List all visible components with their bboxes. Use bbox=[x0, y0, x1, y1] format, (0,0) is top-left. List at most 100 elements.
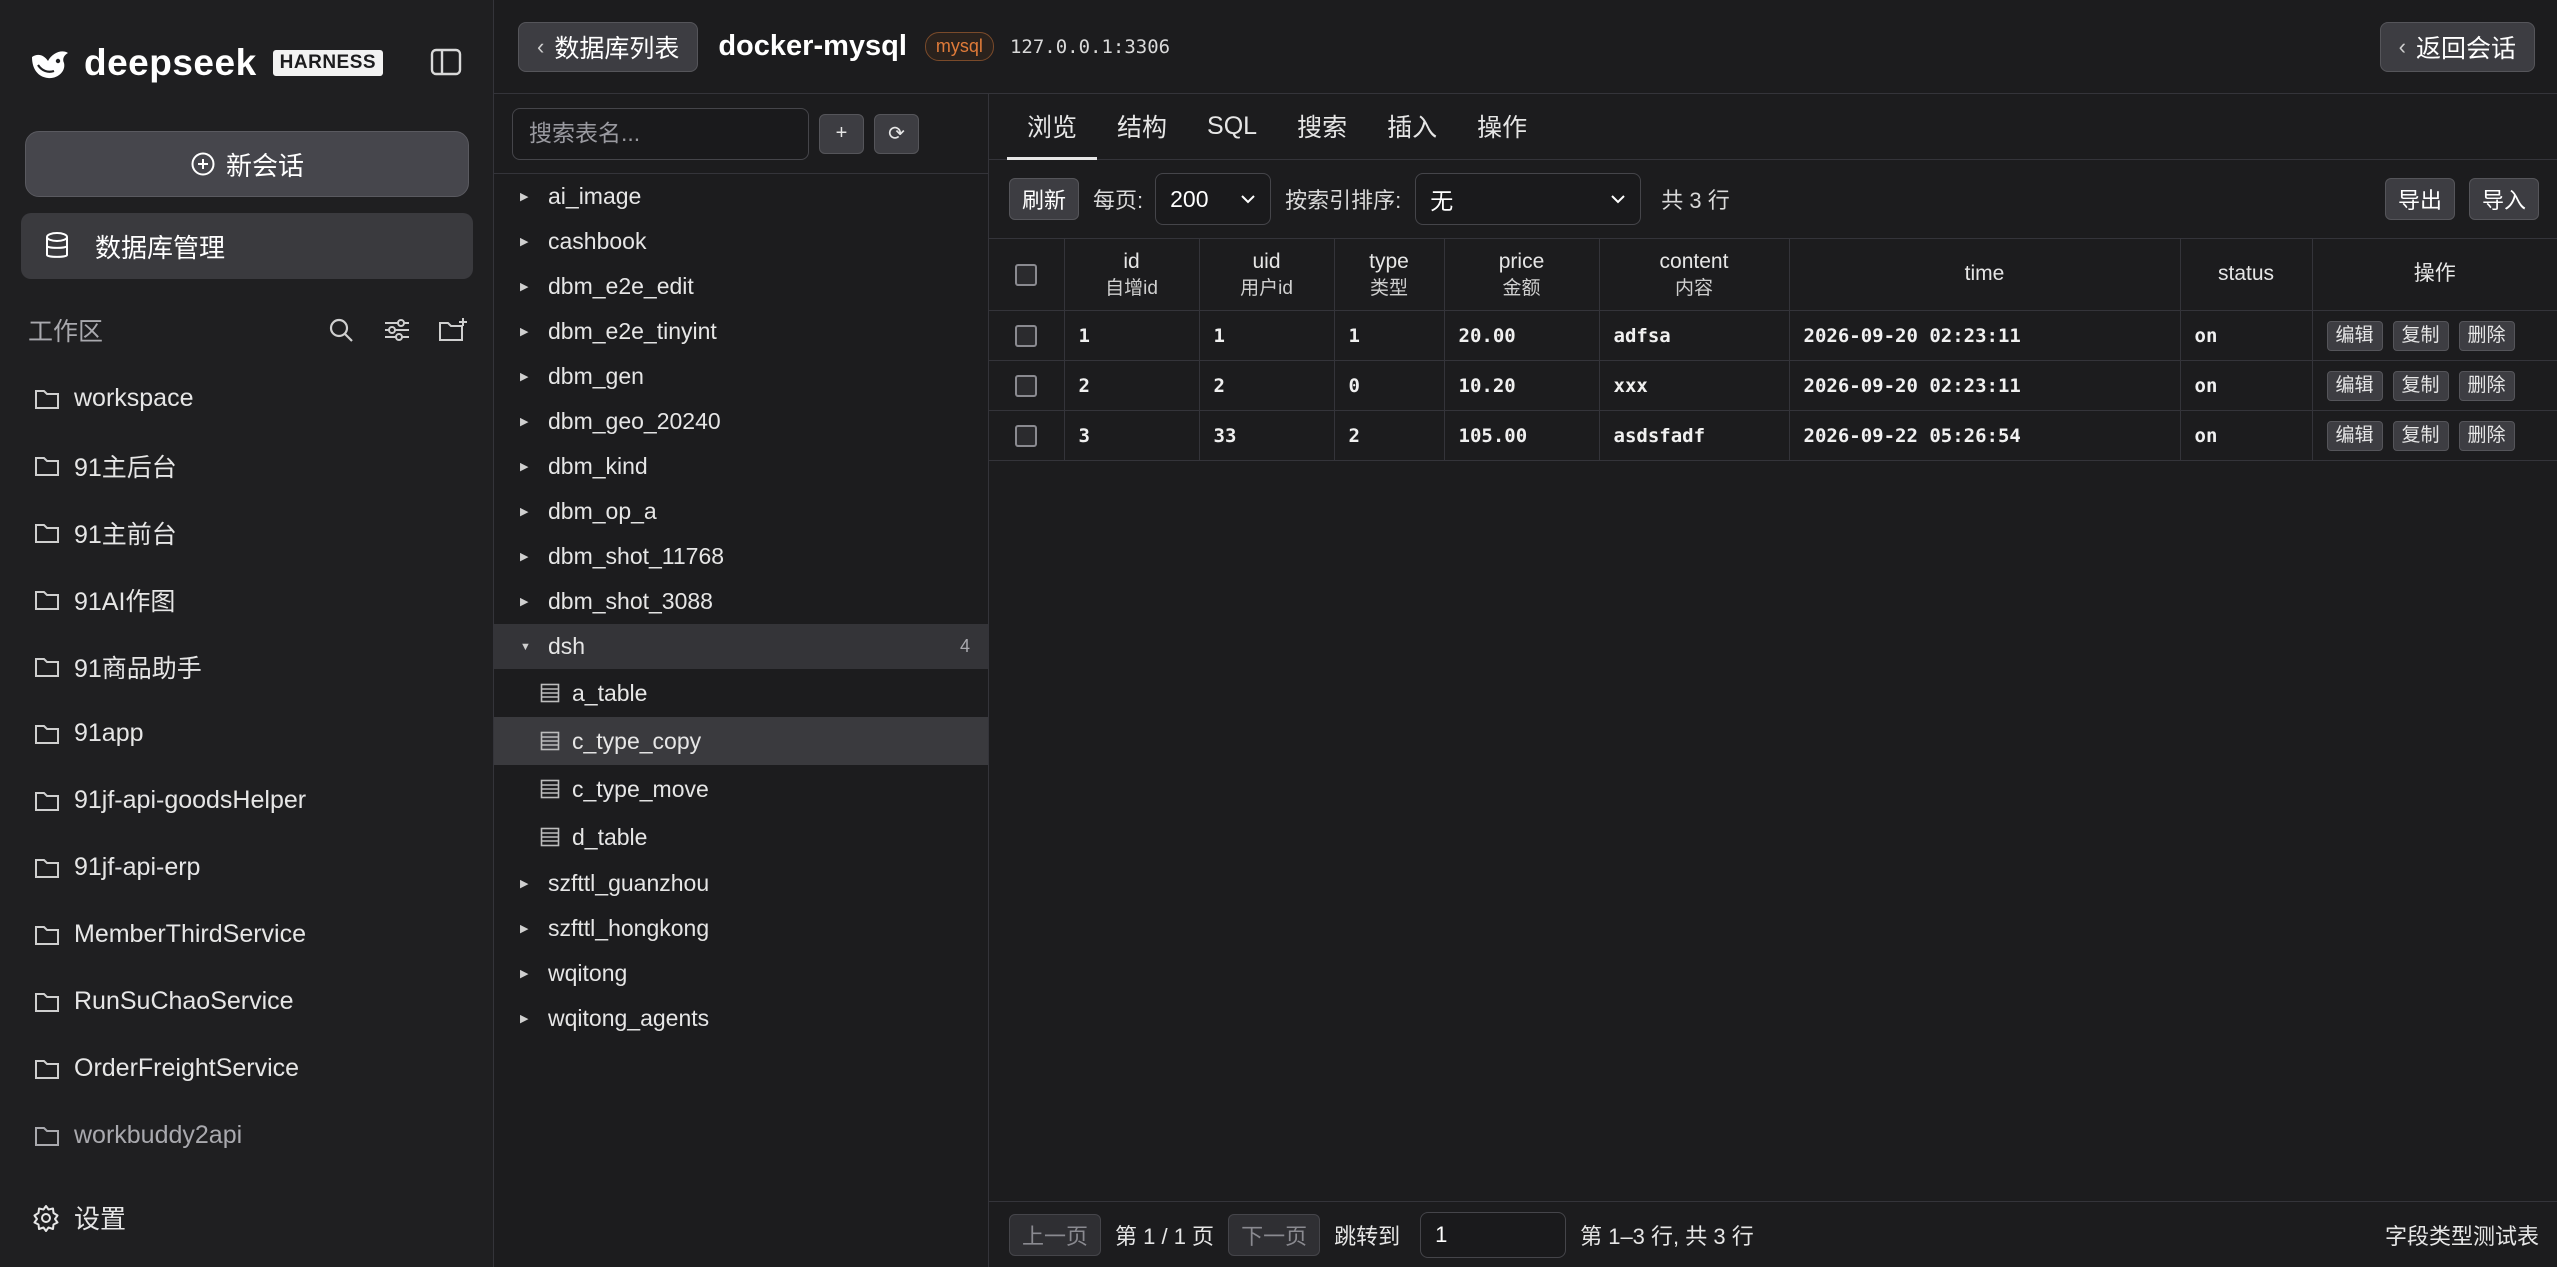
filter-sliders-icon[interactable] bbox=[382, 315, 412, 345]
cell-uid[interactable]: 2 bbox=[1199, 360, 1335, 411]
tab-browse[interactable]: 浏览 bbox=[1007, 93, 1098, 160]
export-button[interactable]: 导出 bbox=[2384, 178, 2455, 220]
tree-database-item[interactable]: ▶ dbm_geo_20240 bbox=[494, 399, 988, 444]
folder-item[interactable]: 91jf-api-erp bbox=[34, 834, 474, 901]
tab-insert[interactable]: 插入 bbox=[1367, 93, 1457, 159]
tree-database-item[interactable]: ▶ dbm_shot_3088 bbox=[494, 579, 988, 624]
import-button[interactable]: 导入 bbox=[2468, 178, 2539, 220]
folder-item[interactable]: 91jf-api-goodsHelper bbox=[34, 767, 474, 834]
column-header[interactable]: time bbox=[1789, 238, 2181, 311]
cell-price[interactable]: 20.00 bbox=[1444, 310, 1600, 361]
folder-item[interactable]: 91主后台 bbox=[34, 432, 474, 499]
cell-id[interactable]: 3 bbox=[1064, 410, 1200, 461]
cell-price[interactable]: 10.20 bbox=[1444, 360, 1600, 411]
refresh-tree-button[interactable]: ⟳ bbox=[874, 113, 919, 154]
tree-database-item[interactable]: ▶ dbm_e2e_edit bbox=[494, 264, 988, 309]
add-database-button[interactable]: + bbox=[819, 113, 864, 154]
delete-row-button[interactable]: 删除 bbox=[2458, 420, 2515, 451]
folder-item[interactable]: OrderFreightService bbox=[34, 1035, 474, 1102]
folder-item[interactable]: workbuddy2api bbox=[34, 1102, 474, 1169]
search-icon[interactable] bbox=[326, 315, 356, 345]
folder-item[interactable]: 91商品助手 bbox=[34, 633, 474, 700]
jump-page-input[interactable] bbox=[1420, 1211, 1567, 1258]
copy-row-button[interactable]: 复制 bbox=[2392, 370, 2449, 401]
cell-type[interactable]: 0 bbox=[1334, 360, 1445, 411]
tree-database-item[interactable]: ▶ cashbook bbox=[494, 219, 988, 264]
sidebar-item-db-manage[interactable]: 数据库管理 bbox=[21, 213, 473, 279]
folder-item[interactable]: 91app bbox=[34, 700, 474, 767]
tree-database-item[interactable]: ▶ szfttl_hongkong bbox=[494, 906, 988, 951]
tab-search[interactable]: 搜索 bbox=[1277, 93, 1367, 159]
tree-table-item-selected[interactable]: c_type_copy bbox=[494, 717, 988, 765]
back-to-db-list-button[interactable]: ‹ 数据库列表 bbox=[518, 21, 699, 72]
cell-time[interactable]: 2026-09-20 02:23:11 bbox=[1789, 310, 2181, 361]
table-search-input[interactable] bbox=[512, 107, 809, 160]
settings-button[interactable]: 设置 bbox=[32, 1199, 126, 1236]
cell-time[interactable]: 2026-09-20 02:23:11 bbox=[1789, 360, 2181, 411]
folder-item[interactable]: workspace bbox=[34, 365, 474, 432]
cell-status[interactable]: on bbox=[2180, 410, 2313, 461]
folder-item[interactable]: RunSuChaoService bbox=[34, 968, 474, 1035]
cell-content[interactable]: xxx bbox=[1599, 360, 1790, 411]
cell-price[interactable]: 105.00 bbox=[1444, 410, 1600, 461]
folder-item[interactable]: 91AI作图 bbox=[34, 566, 474, 633]
tree-database-item[interactable]: ▶ dbm_gen bbox=[494, 354, 988, 399]
tree-table-item[interactable]: d_table bbox=[494, 813, 988, 861]
column-header[interactable]: content 内容 bbox=[1599, 238, 1790, 311]
cell-uid[interactable]: 33 bbox=[1199, 410, 1335, 461]
cell-type[interactable]: 2 bbox=[1334, 410, 1445, 461]
next-page-button[interactable]: 下一页 bbox=[1228, 1213, 1321, 1256]
sort-select[interactable]: 无 bbox=[1415, 173, 1642, 225]
cell-type[interactable]: 1 bbox=[1334, 310, 1445, 361]
edit-row-button[interactable]: 编辑 bbox=[2326, 370, 2383, 401]
select-all-checkbox[interactable] bbox=[1015, 263, 1038, 286]
copy-row-button[interactable]: 复制 bbox=[2392, 420, 2449, 451]
tree-database-item[interactable]: ▶ dbm_kind bbox=[494, 444, 988, 489]
folder-item[interactable]: MemberThirdService bbox=[34, 901, 474, 968]
delete-row-button[interactable]: 删除 bbox=[2458, 320, 2515, 351]
row-checkbox[interactable] bbox=[1015, 374, 1038, 397]
new-chat-button[interactable]: 新会话 bbox=[25, 131, 469, 197]
table-row: 2 2 0 10.20 xxx 2026-09-20 02:23:11 on 编… bbox=[989, 360, 2557, 411]
tree-database-item[interactable]: ▶ dbm_op_a bbox=[494, 489, 988, 534]
column-header[interactable]: status bbox=[2180, 238, 2313, 311]
tree-table-item[interactable]: a_table bbox=[494, 669, 988, 717]
tree-database-item[interactable]: ▶ ai_image bbox=[494, 174, 988, 219]
tree-database-item[interactable]: ▶ wqitong bbox=[494, 951, 988, 996]
row-checkbox[interactable] bbox=[1015, 424, 1038, 447]
sidebar-toggle-icon[interactable] bbox=[430, 47, 462, 77]
tree-database-item-expanded[interactable]: ▼ dsh 4 bbox=[494, 624, 988, 669]
tree-database-item[interactable]: ▶ wqitong_agents bbox=[494, 996, 988, 1041]
cell-status[interactable]: on bbox=[2180, 360, 2313, 411]
tree-table-item[interactable]: c_type_move bbox=[494, 765, 988, 813]
new-folder-icon[interactable] bbox=[438, 315, 468, 345]
cell-content[interactable]: adfsa bbox=[1599, 310, 1790, 361]
tab-sql[interactable]: SQL bbox=[1187, 93, 1277, 159]
refresh-button[interactable]: 刷新 bbox=[1009, 178, 1080, 220]
column-header[interactable]: type 类型 bbox=[1334, 238, 1445, 311]
cell-id[interactable]: 2 bbox=[1064, 360, 1200, 411]
edit-row-button[interactable]: 编辑 bbox=[2326, 420, 2383, 451]
column-header[interactable]: uid 用户id bbox=[1199, 238, 1335, 311]
cell-id[interactable]: 1 bbox=[1064, 310, 1200, 361]
delete-row-button[interactable]: 删除 bbox=[2458, 370, 2515, 401]
folder-item[interactable]: 91主前台 bbox=[34, 499, 474, 566]
caret-right-icon: ▶ bbox=[520, 236, 529, 248]
tab-operations[interactable]: 操作 bbox=[1457, 93, 1547, 159]
cell-status[interactable]: on bbox=[2180, 310, 2313, 361]
per-page-select[interactable]: 200 bbox=[1155, 173, 1272, 225]
column-header[interactable]: price 金额 bbox=[1444, 238, 1600, 311]
tree-database-item[interactable]: ▶ dbm_e2e_tinyint bbox=[494, 309, 988, 354]
cell-time[interactable]: 2026-09-22 05:26:54 bbox=[1789, 410, 2181, 461]
tree-database-item[interactable]: ▶ dbm_shot_11768 bbox=[494, 534, 988, 579]
cell-uid[interactable]: 1 bbox=[1199, 310, 1335, 361]
edit-row-button[interactable]: 编辑 bbox=[2326, 320, 2383, 351]
tree-database-item[interactable]: ▶ szfttl_guanzhou bbox=[494, 861, 988, 906]
row-checkbox[interactable] bbox=[1015, 324, 1038, 347]
cell-content[interactable]: asdsfadf bbox=[1599, 410, 1790, 461]
tab-structure[interactable]: 结构 bbox=[1097, 93, 1187, 159]
column-header[interactable]: id 自增id bbox=[1064, 238, 1200, 311]
prev-page-button[interactable]: 上一页 bbox=[1009, 1213, 1102, 1256]
return-to-chat-button[interactable]: ‹ 返回会话 bbox=[2379, 22, 2535, 72]
copy-row-button[interactable]: 复制 bbox=[2392, 320, 2449, 351]
